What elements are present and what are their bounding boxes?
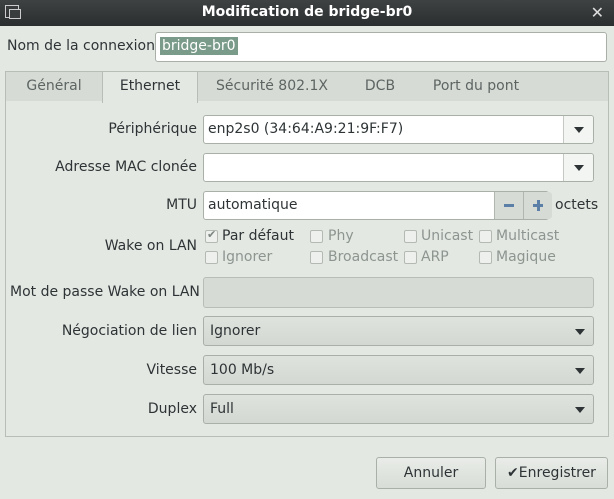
device-dropdown-button[interactable] [563,116,593,143]
wol-broadcast-checkbox[interactable] [310,251,323,264]
wol-phy-label: Phy [328,228,354,244]
speed-value: 100 Mb/s [210,362,275,378]
save-button-label: Enregistrer [518,465,596,481]
connection-name-label: Nom de la connexion [7,38,155,54]
wol-magic-label: Magique [496,249,556,265]
wol-multicast-label: Multicast [496,228,560,244]
wol-password-label: Mot de passe Wake on LAN [10,284,200,300]
wake-on-lan-label: Wake on LAN [104,238,197,254]
cloned-mac-combo[interactable] [203,153,594,182]
wol-ignore-label: Ignorer [222,249,273,265]
connection-name-value: bridge-br0 [160,37,238,55]
link-negotiation-label: Négociation de lien [61,323,197,339]
duplex-dropdown[interactable]: Full [203,394,594,424]
cancel-button-label: Annuler [403,465,459,481]
wol-multicast-checkbox[interactable] [479,230,492,243]
mtu-label: MTU [166,197,197,213]
wol-arp-checkbox[interactable] [404,251,417,264]
chevron-down-icon [574,165,584,171]
wol-default-checkbox[interactable] [205,228,218,243]
cancel-button[interactable]: Annuler [376,457,486,489]
tab-dcb[interactable]: DCB [346,72,414,102]
mtu-increment-button[interactable] [523,192,552,219]
cloned-mac-dropdown-button[interactable] [563,154,593,181]
mtu-decrement-button[interactable] [494,192,523,219]
duplex-label: Duplex [147,401,197,417]
wol-ignore-checkbox[interactable] [205,251,218,264]
window-title: Modification de bridge-br0 [201,4,413,20]
mtu-spinbutton[interactable]: automatique [203,191,552,220]
tab-bridge-port[interactable]: Port du pont [414,72,538,102]
tab-ethernet[interactable]: Ethernet [102,72,198,103]
wol-password-input [203,277,594,308]
wol-arp-label: ARP [421,249,449,265]
tab-general[interactable]: Général [6,72,102,102]
wol-unicast-checkbox[interactable] [404,230,417,243]
wol-unicast-label: Unicast [421,228,474,244]
title-bar: Modification de bridge-br0 ✕ [0,0,614,26]
chevron-down-icon [575,368,585,374]
mtu-value: automatique [208,197,298,213]
checkmark-icon: ✔ [507,465,519,481]
cloned-mac-label: Adresse MAC clonée [55,159,197,175]
device-label: Périphérique [108,121,197,137]
device-combo[interactable]: enp2s0 (34:64:A9:21:9F:F7) [203,115,594,144]
speed-dropdown[interactable]: 100 Mb/s [203,355,594,385]
mtu-unit: octets [555,197,599,213]
connection-name-input[interactable]: bridge-br0 [155,32,607,62]
chevron-down-icon [575,329,585,335]
wol-magic-checkbox[interactable] [479,251,492,264]
wol-phy-checkbox[interactable] [310,230,323,243]
tab-security-8021x[interactable]: Sécurité 802.1X [198,72,346,102]
chevron-down-icon [574,127,584,133]
device-value: enp2s0 (34:64:A9:21:9F:F7) [208,121,404,137]
link-negotiation-dropdown[interactable]: Ignorer [203,316,594,346]
duplex-value: Full [210,401,234,417]
save-button[interactable]: ✔Enregistrer [495,457,608,489]
speed-label: Vitesse [146,362,197,378]
close-icon[interactable]: ✕ [591,3,604,22]
link-negotiation-value: Ignorer [210,323,261,339]
tab-bar: Général Ethernet Sécurité 802.1X DCB Por… [5,71,609,103]
chevron-down-icon [575,407,585,413]
wol-broadcast-label: Broadcast [328,249,399,265]
wol-default-label: Par défaut [222,228,294,244]
